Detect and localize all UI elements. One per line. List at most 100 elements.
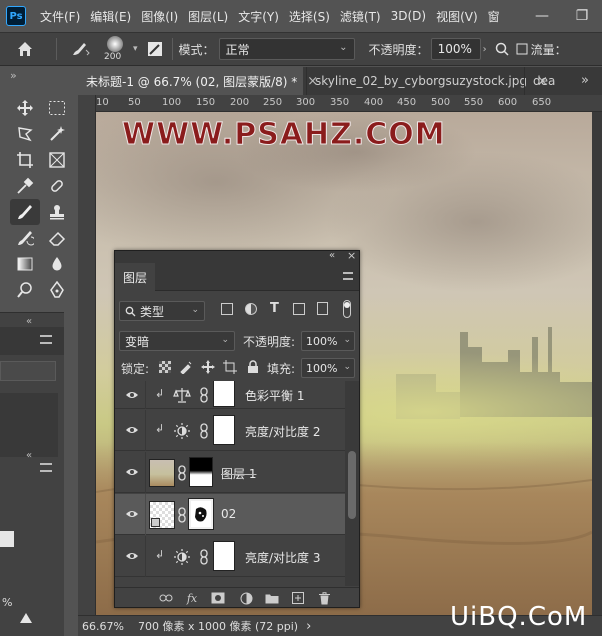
eraser-tool-icon[interactable]	[42, 225, 72, 251]
lock-all-icon[interactable]	[247, 360, 259, 374]
eye-icon[interactable]	[125, 423, 139, 437]
canvas-scrollbar[interactable]	[592, 112, 602, 615]
stamp-tool-icon[interactable]	[42, 199, 72, 225]
gradient-tool-icon[interactable]	[10, 251, 40, 277]
lock-pixels-icon[interactable]	[179, 360, 193, 374]
filter-adjustment-icon[interactable]	[245, 303, 257, 315]
panel-menu-icon[interactable]	[343, 272, 353, 280]
link-icon[interactable]	[177, 507, 187, 523]
layer-mask-thumbnail[interactable]	[188, 498, 214, 530]
blur-tool-icon[interactable]	[42, 251, 72, 277]
panel-menu-icon[interactable]	[40, 463, 52, 472]
lock-artboard-icon[interactable]	[223, 360, 237, 374]
blend-mode-select[interactable]: 变暗 ⌄	[119, 331, 235, 351]
menu-select[interactable]: 选择(S)	[289, 8, 330, 25]
opacity-input[interactable]: 100%	[430, 38, 481, 60]
lasso-tool-icon[interactable]	[10, 121, 40, 147]
link-icon[interactable]	[177, 465, 187, 481]
tab-skyline[interactable]: skyline_02_by_cyborgsuzystock.jpg ×	[306, 67, 548, 95]
panel-menu-icon[interactable]	[40, 335, 52, 344]
menu-edit[interactable]: 编辑(E)	[90, 8, 131, 25]
layer-thumbnail[interactable]	[149, 459, 175, 487]
zoom-level[interactable]: 66.67%	[82, 620, 138, 633]
collapse-icon[interactable]: »	[10, 69, 17, 82]
scrollbar-thumb[interactable]	[348, 451, 356, 519]
layer-mask-thumbnail[interactable]	[213, 415, 235, 445]
brush-size-picker[interactable]: 200	[97, 33, 133, 65]
panel-field[interactable]	[0, 361, 56, 381]
collapse-icon[interactable]: «	[329, 250, 335, 261]
mode-select[interactable]: 正常 ⌄	[218, 38, 355, 60]
layer-thumbnail[interactable]	[149, 501, 175, 529]
filter-toggle[interactable]	[343, 300, 351, 318]
layer-row[interactable]: ↲ 亮度/对比度 2	[115, 410, 345, 451]
new-layer-icon[interactable]	[291, 591, 305, 605]
brush-preset-icon[interactable]	[63, 41, 97, 57]
minimize-button[interactable]: —	[522, 0, 562, 32]
quick-select-tool-icon[interactable]	[42, 121, 72, 147]
link-icon[interactable]	[199, 423, 209, 439]
pen-tool-icon[interactable]	[42, 277, 72, 303]
fx-icon[interactable]: fx	[185, 591, 199, 605]
menu-file[interactable]: 文件(F)	[40, 8, 80, 25]
layer-mask-thumbnail[interactable]	[189, 457, 213, 487]
menu-view[interactable]: 视图(V)	[436, 8, 478, 25]
layer-opacity-input[interactable]: 100% ⌄	[301, 331, 355, 351]
home-icon[interactable]	[0, 41, 50, 57]
restore-button[interactable]: ❐	[562, 0, 602, 32]
marquee-tool-icon[interactable]	[42, 95, 72, 121]
link-icon[interactable]	[199, 549, 209, 565]
link-layers-icon[interactable]	[159, 591, 173, 605]
slider-handle[interactable]	[20, 613, 32, 623]
layer-mask-thumbnail[interactable]	[213, 541, 235, 571]
eyedropper-tool-icon[interactable]	[10, 173, 40, 199]
new-adjustment-icon[interactable]	[239, 591, 253, 605]
chevron-right-icon[interactable]: ›	[483, 44, 487, 55]
crop-tool-icon[interactable]	[10, 147, 40, 173]
eye-icon[interactable]	[125, 507, 139, 521]
menu-type[interactable]: 文字(Y)	[238, 8, 279, 25]
tab-layers[interactable]: 图层	[115, 263, 155, 291]
eye-icon[interactable]	[125, 465, 139, 479]
trash-icon[interactable]	[317, 591, 331, 605]
eye-icon[interactable]	[125, 549, 139, 563]
layer-row-selected[interactable]: 02	[115, 494, 345, 535]
brush-tool-icon[interactable]	[10, 199, 40, 225]
layer-row[interactable]: ↲ 色彩平衡 1	[115, 381, 345, 409]
menu-3d[interactable]: 3D(D)	[391, 9, 426, 23]
menu-filter[interactable]: 滤镜(T)	[340, 8, 381, 25]
collapse-icon[interactable]: «	[26, 316, 32, 327]
link-icon[interactable]	[199, 387, 209, 403]
lock-position-icon[interactable]	[201, 360, 215, 374]
filter-type-select[interactable]: 类型 ⌄	[119, 301, 205, 321]
history-brush-tool-icon[interactable]	[10, 225, 40, 251]
move-tool-icon[interactable]	[10, 95, 40, 121]
tab-dea[interactable]: dea	[524, 67, 564, 95]
healing-brush-tool-icon[interactable]	[42, 173, 72, 199]
filter-smart-object-icon[interactable]	[317, 302, 328, 315]
filter-type-icon[interactable]: T	[270, 301, 279, 316]
layer-row[interactable]: ↲ 亮度/对比度 3	[115, 536, 345, 577]
menu-layer[interactable]: 图层(L)	[188, 8, 228, 25]
frame-tool-icon[interactable]	[42, 147, 72, 173]
filter-shape-icon[interactable]	[293, 303, 305, 315]
layer-row[interactable]: 图层 1	[115, 452, 345, 493]
menu-window[interactable]: 窗	[488, 8, 500, 25]
layer-list-scrollbar[interactable]	[345, 381, 359, 586]
dodge-tool-icon[interactable]	[10, 277, 40, 303]
close-icon[interactable]: ×	[347, 249, 356, 262]
new-group-icon[interactable]	[265, 591, 279, 605]
layer-mask-thumbnail[interactable]	[213, 381, 235, 407]
tab-overflow-icon[interactable]: »	[581, 73, 589, 88]
pressure-opacity-icon[interactable]	[491, 42, 513, 56]
filter-pixel-icon[interactable]	[221, 303, 233, 315]
tab-untitled-1[interactable]: 未标题-1 @ 66.7% (02, 图层蒙版/8) * ×	[78, 67, 318, 95]
brush-settings-icon[interactable]	[144, 41, 166, 57]
eye-icon[interactable]	[125, 388, 139, 402]
flow-toggle-icon[interactable]	[513, 43, 531, 55]
menu-image[interactable]: 图像(I)	[141, 8, 178, 25]
collapse-icon[interactable]: «	[26, 450, 32, 461]
lock-transparency-icon[interactable]	[159, 361, 171, 373]
chevron-down-icon[interactable]: ▾	[133, 44, 138, 54]
swatch-icon[interactable]	[0, 531, 14, 547]
